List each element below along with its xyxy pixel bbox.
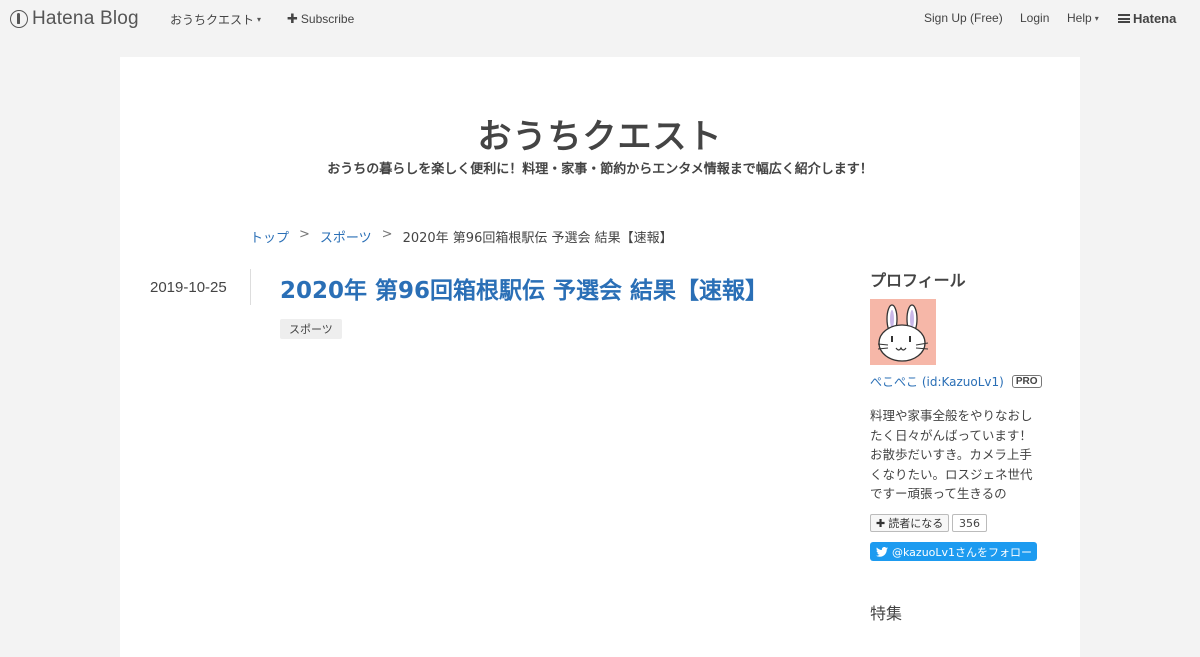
entry-title[interactable]: 2020年 第96回箱根駅伝 予選会 結果【速報】 <box>280 271 768 305</box>
twitter-follow-label: @kazuoLv1さんをフォロー <box>892 545 1033 559</box>
subscribe-label: Subscribe <box>300 12 355 26</box>
signup-label: Sign Up (Free) <box>924 11 1003 25</box>
blog-menu-button[interactable]: おうちクエスト ▾ <box>170 11 261 28</box>
breadcrumb-separator: > <box>299 227 310 242</box>
breadcrumb-top-link[interactable]: トップ <box>250 227 289 246</box>
blog-menu-label: おうちクエスト <box>170 13 255 27</box>
hatena-label: Hatena <box>1133 11 1177 26</box>
profile-name-text: ぺこぺこ (id:KazuoLv1) <box>870 375 1004 389</box>
hatena-lines-icon <box>1118 14 1130 23</box>
pen-icon <box>10 10 28 28</box>
feature-heading: 特集 <box>870 604 903 623</box>
breadcrumb-category-link[interactable]: スポーツ <box>320 227 372 246</box>
breadcrumb-current: 2020年 第96回箱根駅伝 予選会 結果【速報】 <box>402 231 673 246</box>
breadcrumb: トップ > スポーツ > 2020年 第96回箱根駅伝 予選会 結果【速報】 <box>250 227 673 246</box>
profile-description: 料理や家事全般をやりなおしたく日々がんばっています！お散歩だいすき。カメラ上手く… <box>870 408 1033 501</box>
hatena-blog-logo[interactable]: Hatena Blog <box>10 7 139 31</box>
blog-description: おうちの暮らしを楽しく便利に！料理・家事・節約からエンタメ情報まで幅広く紹介しま… <box>327 162 873 177</box>
profile-heading: プロフィール <box>870 271 966 290</box>
blog-container: おうちクエスト おうちの暮らしを楽しく便利に！料理・家事・節約からエンタメ情報ま… <box>120 57 1080 657</box>
help-label: Help <box>1067 11 1092 25</box>
avatar[interactable] <box>870 299 936 365</box>
sidebar: プロフィール ぺこぺこ (id:KazuoLv1) PRO 料理や家事全般をやり… <box>870 267 1050 623</box>
twitter-bird-icon <box>876 546 888 557</box>
breadcrumb-separator: > <box>381 227 393 242</box>
blog-title[interactable]: おうちクエスト <box>120 109 1080 158</box>
category-tag[interactable]: スポーツ <box>280 319 342 339</box>
login-link[interactable]: Login <box>1020 11 1049 25</box>
become-reader-button[interactable]: ✚ 読者になる <box>870 514 950 532</box>
caret-down-icon: ▾ <box>257 15 262 24</box>
signup-link[interactable]: Sign Up (Free) <box>924 11 1003 25</box>
hatena-link[interactable]: Hatena <box>1118 11 1176 26</box>
become-reader-label: 読者になる <box>888 517 944 530</box>
plus-icon: ✚ <box>876 516 886 530</box>
date-divider <box>250 269 251 305</box>
global-header: Hatena Blog おうちクエスト ▾ ✚ Subscribe Sign U… <box>0 0 1200 38</box>
logo-text: Hatena Blog <box>32 8 139 29</box>
subscribe-button[interactable]: ✚ Subscribe <box>287 11 354 27</box>
profile-name[interactable]: ぺこぺこ (id:KazuoLv1) PRO <box>870 373 1042 390</box>
caret-down-icon: ▾ <box>1094 13 1099 23</box>
reader-count: 356 <box>952 514 987 532</box>
pro-badge: PRO <box>1011 375 1042 388</box>
help-menu-button[interactable]: Help ▾ <box>1067 11 1099 25</box>
entry-date[interactable]: 2019-10-25 <box>150 279 227 296</box>
plus-icon: ✚ <box>287 11 298 26</box>
rabbit-avatar-icon <box>870 299 936 365</box>
twitter-follow-button[interactable]: @kazuoLv1さんをフォロー <box>870 542 1037 561</box>
login-label: Login <box>1020 11 1050 25</box>
